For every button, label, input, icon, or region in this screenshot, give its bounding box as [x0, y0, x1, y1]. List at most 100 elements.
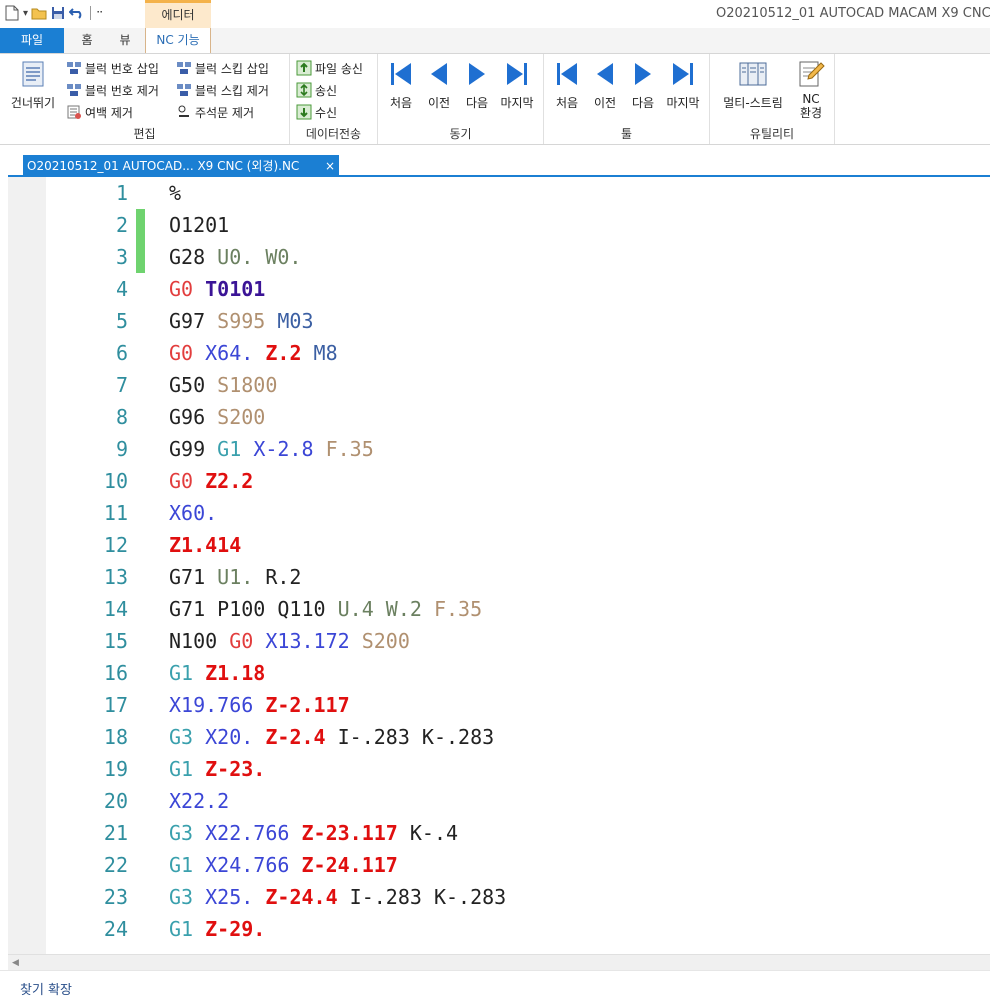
code-line[interactable]: 24 G1 Z-29. [8, 913, 990, 945]
code-line[interactable]: 3 G28 U0. W0. [8, 241, 990, 273]
sync-first-button[interactable]: 처음 [386, 58, 416, 110]
code-line[interactable]: 5 G97 S995 M03 [8, 305, 990, 337]
line-number: 13 [103, 565, 128, 589]
code-line[interactable]: 13 G71 U1. R.2 [8, 561, 990, 593]
code-token: G99 [169, 437, 206, 461]
open-folder-icon[interactable] [31, 5, 47, 21]
send-button[interactable]: 송신 [296, 80, 337, 100]
scroll-left-arrow-icon[interactable]: ◀ [12, 958, 19, 968]
code-text: G3 X22.766 Z-23.117 K-.4 [169, 817, 458, 849]
code-line[interactable]: 23 G3 X25. Z-24.4 I-.283 K-.283 [8, 881, 990, 913]
tab-file[interactable]: 파일 [0, 28, 64, 53]
code-text: G1 Z1.18 [169, 657, 265, 689]
code-line[interactable]: 11 X60. [8, 497, 990, 529]
code-token: Z-24.117 [301, 853, 398, 877]
insert-block-number-button[interactable]: 블럭 번호 삽입 [66, 58, 159, 78]
remove-space-button[interactable]: 여백 제거 [66, 102, 133, 122]
code-line[interactable]: 7 G50 S1800 [8, 369, 990, 401]
tab-nc-functions[interactable]: NC 기능 [145, 28, 211, 54]
customize-toolbar-icon[interactable]: ⠒ [96, 8, 103, 19]
tool-next-button[interactable]: 다음 [628, 58, 658, 110]
block-skip-icon [176, 60, 192, 76]
tool-last-button[interactable]: 마지막 [664, 58, 702, 110]
line-number: 17 [103, 693, 128, 717]
code-token: M03 [277, 309, 314, 333]
code-token: G0 [169, 341, 194, 365]
new-file-icon[interactable] [4, 5, 20, 21]
next-arrow-icon [461, 58, 493, 90]
code-line[interactable]: 14 G71 P100 Q110 U.4 W.2 F.35 [8, 593, 990, 625]
ribbon-group-edit: 건너뛰기 블럭 번호 삽입 블럭 번호 제거 여백 제거 블럭 스킵 삽입 블럭… [0, 54, 290, 144]
code-line[interactable]: 21 G3 X22.766 Z-23.117 K-.4 [8, 817, 990, 849]
skip-to-first-icon [551, 58, 583, 90]
code-token: Z-2.117 [265, 693, 350, 717]
code-token: Z2.2 [205, 469, 254, 493]
find-expand-link[interactable]: 찾기 확장 [20, 979, 72, 998]
code-token: X25. [205, 885, 254, 909]
code-line[interactable]: 15 N100 G0 X13.172 S200 [8, 625, 990, 657]
code-line[interactable]: 22 G1 X24.766 Z-24.117 [8, 849, 990, 881]
code-token: G1 [217, 437, 242, 461]
code-line[interactable]: 12 Z1.414 [8, 529, 990, 561]
line-number: 10 [103, 469, 128, 493]
code-text: G99 G1 X-2.8 F.35 [169, 433, 374, 465]
document-tab[interactable]: O20210512_01 AUTOCAD... X9 CNC (외경).NC × [23, 155, 339, 177]
code-line[interactable]: 4 G0 T0101 [8, 273, 990, 305]
sync-next-label: 다음 [465, 96, 489, 110]
save-icon[interactable] [50, 5, 66, 21]
sync-next-button[interactable]: 다음 [462, 58, 492, 110]
tab-view[interactable]: 뷰 [110, 28, 140, 53]
close-icon[interactable]: × [325, 155, 335, 177]
receive-button[interactable]: 수신 [296, 102, 337, 122]
sync-prev-button[interactable]: 이전 [424, 58, 454, 110]
line-number: 24 [103, 917, 128, 941]
code-token: X-2.8 [253, 437, 314, 461]
ribbon-group-sync-label: 동기 [449, 127, 472, 141]
document-tab-title: O20210512_01 AUTOCAD... X9 CNC (외경).NC [27, 159, 300, 173]
code-token: Z-29. [205, 917, 266, 941]
code-token: S200 [217, 405, 266, 429]
code-line[interactable]: 6 G0 X64. Z.2 M8 [8, 337, 990, 369]
code-token: G1 [169, 661, 194, 685]
undo-icon[interactable] [69, 5, 85, 21]
insert-block-number-label: 블럭 번호 삽입 [85, 61, 159, 76]
remove-block-skip-button[interactable]: 블럭 스킵 제거 [176, 80, 269, 100]
code-line[interactable]: 20 X22.2 [8, 785, 990, 817]
code-line[interactable]: 8 G96 S200 [8, 401, 990, 433]
tool-prev-button[interactable]: 이전 [590, 58, 620, 110]
insert-block-skip-button[interactable]: 블럭 스킵 삽입 [176, 58, 269, 78]
code-line[interactable]: 1% [8, 177, 990, 209]
code-text: G50 S1800 [169, 369, 277, 401]
code-line[interactable]: 18 G3 X20. Z-2.4 I-.283 K-.283 [8, 721, 990, 753]
code-line[interactable]: 9 G99 G1 X-2.8 F.35 [8, 433, 990, 465]
code-line[interactable]: 2 O1201 [8, 209, 990, 241]
code-text: O1201 [169, 209, 229, 241]
code-editor[interactable]: 1% 2 O1201 3 G28 U0. W0. 4 G0 T0101 5 G97 S995 M… [8, 177, 990, 954]
line-number: 21 [103, 821, 128, 845]
nc-environment-button[interactable]: NC 환경 [794, 58, 828, 120]
horizontal-scrollbar[interactable]: ◀ [8, 954, 990, 970]
code-token: G1 [169, 757, 194, 781]
sync-last-button[interactable]: 마지막 [498, 58, 536, 110]
tab-home[interactable]: 홈 [72, 28, 102, 53]
code-line[interactable]: 19 G1 Z-23. [8, 753, 990, 785]
skip-icon [17, 58, 49, 90]
remove-block-number-button[interactable]: 블럭 번호 제거 [66, 80, 159, 100]
code-token: X22.766 [205, 821, 290, 845]
tool-first-button[interactable]: 처음 [552, 58, 582, 110]
send-file-button[interactable]: 파일 송신 [296, 58, 363, 78]
change-marker [136, 209, 145, 241]
code-line[interactable]: 10 G0 Z2.2 [8, 465, 990, 497]
multi-stream-button[interactable]: 멀티-스트림 [718, 58, 788, 110]
remove-comment-button[interactable]: 주석문 제거 [176, 102, 254, 122]
dropdown-arrow-icon[interactable]: ▾ [23, 8, 28, 19]
sync-first-label: 처음 [389, 96, 413, 110]
skip-button[interactable]: 건너뛰기 [6, 58, 60, 110]
code-token: O1201 [169, 213, 230, 237]
code-line[interactable]: 17 X19.766 Z-2.117 [8, 689, 990, 721]
code-line[interactable]: 16 G1 Z1.18 [8, 657, 990, 689]
